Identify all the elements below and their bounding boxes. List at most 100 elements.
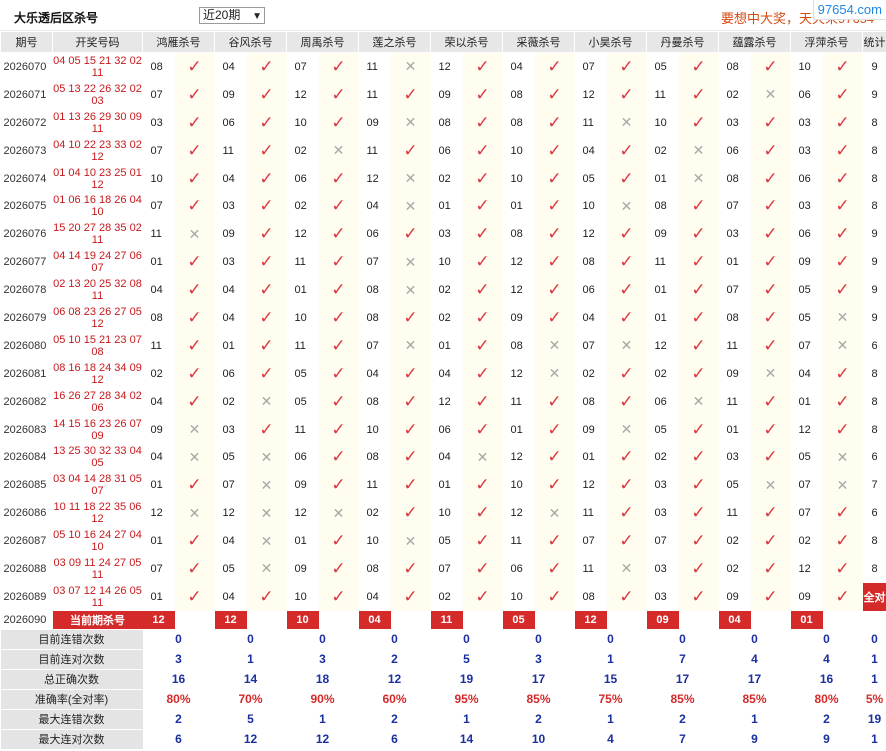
result-cell: ✓ — [462, 108, 503, 137]
result-cell: ✕ — [246, 387, 287, 416]
check-icon: ✓ — [331, 391, 346, 411]
kill-number-cell: 09 — [726, 590, 739, 603]
cross-icon: ✕ — [404, 58, 417, 75]
kill-number-cell: 03 — [654, 479, 667, 492]
kill-number-cell: 10 — [510, 479, 523, 492]
table-row: 2026077 04 14 19 24 27 06 07 01 ✓ 03 ✓ 11 ✓ 07 ✕ 1… — [1, 248, 886, 277]
kill-number-cell: 12 — [654, 339, 667, 352]
kill-number-cell: 05 — [654, 60, 667, 73]
result-cell: ✓ — [318, 52, 359, 81]
kill-number-cell: 09 — [222, 228, 235, 241]
check-icon: ✓ — [619, 224, 634, 244]
kill-number-cell: 10 — [510, 144, 523, 157]
result-cell: ✕ — [534, 331, 575, 360]
cross-icon: ✕ — [764, 86, 777, 103]
check-icon: ✓ — [187, 168, 202, 188]
result-cell: ✓ — [678, 248, 719, 277]
stats-value: 1 — [463, 712, 470, 727]
result-cell: ✓ — [174, 387, 215, 416]
draw-numbers-cell: 05 10 16 24 27 04 10 — [53, 529, 142, 554]
result-cell: ✓ — [678, 499, 719, 528]
check-icon: ✓ — [691, 84, 706, 104]
result-cell: ✓ — [462, 304, 503, 332]
result-cell: ✓ — [750, 192, 791, 221]
count-cell: 6 — [871, 339, 878, 352]
result-cell: ✓ — [462, 471, 503, 500]
kill-number-cell: 01 — [438, 479, 451, 492]
kill-number-cell: 04 — [150, 395, 163, 408]
stats-value: 1 — [607, 652, 614, 667]
stats-value: 1 — [871, 732, 878, 747]
result-cell: ✕ — [750, 471, 791, 500]
stats-value: 19 — [867, 712, 882, 727]
check-icon: ✓ — [835, 224, 850, 244]
result-cell: ✓ — [750, 136, 791, 165]
cross-icon: ✕ — [836, 476, 849, 493]
check-icon: ✓ — [835, 586, 850, 606]
result-cell: ✓ — [462, 52, 503, 81]
stats-value: 0 — [319, 632, 326, 647]
result-cell: ✓ — [318, 471, 359, 500]
result-cell: ✓ — [462, 415, 503, 444]
check-icon: ✓ — [475, 531, 490, 551]
kill-number-cell: 09 — [798, 590, 811, 603]
result-cell: ✕ — [822, 331, 863, 360]
result-cell: ✓ — [606, 304, 647, 332]
kill-number-cell: 02 — [438, 311, 451, 324]
kill-number-cell: 12 — [510, 507, 523, 520]
period-cell: 2026077 — [3, 256, 47, 269]
kill-number-cell: 05 — [582, 172, 595, 185]
result-cell: ✓ — [318, 527, 359, 556]
result-cell: ✓ — [390, 555, 431, 583]
count-cell: 6 — [871, 451, 878, 464]
result-cell: ✓ — [678, 415, 719, 444]
result-cell: ✓ — [606, 52, 647, 81]
result-cell: ✓ — [534, 415, 575, 444]
blank-cell — [391, 611, 431, 630]
check-icon: ✓ — [547, 196, 562, 216]
result-cell: ✓ — [750, 248, 791, 277]
kill-number-cell: 10 — [366, 535, 379, 548]
kill-number-cell: 01 — [438, 200, 451, 213]
period-cell: 2026079 — [3, 311, 47, 324]
kill-number-cell: 03 — [726, 116, 739, 129]
check-icon: ✓ — [691, 224, 706, 244]
check-icon: ✓ — [547, 224, 562, 244]
blank-cell — [175, 611, 215, 630]
result-cell: ✕ — [822, 443, 863, 472]
stats-value: 17 — [675, 672, 690, 687]
table-row: 2026084 13 25 30 32 33 04 05 04 ✕ 05 ✕ 06 ✓ 08 ✓ 0… — [1, 443, 886, 472]
kill-number-cell: 02 — [150, 367, 163, 380]
kill-number-cell: 07 — [366, 339, 379, 352]
cross-icon: ✕ — [836, 309, 849, 326]
result-cell: ✓ — [750, 582, 791, 611]
check-icon: ✓ — [547, 447, 562, 467]
result-cell: ✕ — [246, 555, 287, 583]
check-icon: ✓ — [619, 280, 634, 300]
check-icon: ✓ — [331, 84, 346, 104]
check-icon: ✓ — [187, 252, 202, 272]
result-cell: ✓ — [462, 527, 503, 556]
kill-number-cell: 09 — [582, 423, 595, 436]
check-icon: ✓ — [763, 503, 778, 523]
kill-number-cell: 12 — [798, 562, 811, 575]
kill-number-cell: 08 — [582, 395, 595, 408]
kill-number-cell: 11 — [366, 88, 378, 101]
kill-number-cell: 02 — [726, 88, 739, 101]
check-icon: ✓ — [187, 531, 202, 551]
check-icon: ✓ — [835, 558, 850, 578]
stats-value: 15 — [603, 672, 618, 687]
check-icon: ✓ — [403, 140, 418, 160]
kill-number-cell: 03 — [798, 116, 811, 129]
check-icon: ✓ — [259, 168, 274, 188]
table-row: 2026089 03 07 12 14 26 05 11 01 ✓ 04 ✓ 10 ✓ 04 ✓ 0… — [1, 582, 886, 611]
stats-value: 2 — [679, 712, 686, 727]
check-icon: ✓ — [835, 168, 850, 188]
kill-number-cell: 01 — [654, 284, 667, 297]
check-icon: ✓ — [619, 531, 634, 551]
period-range-select[interactable]: 近20期 ▼ — [199, 7, 265, 24]
stats-value: 60% — [382, 692, 407, 707]
draw-numbers-cell: 04 05 15 21 32 02 11 — [53, 54, 142, 79]
kill-number-cell: 01 — [150, 590, 163, 603]
stats-value: 0 — [247, 632, 254, 647]
